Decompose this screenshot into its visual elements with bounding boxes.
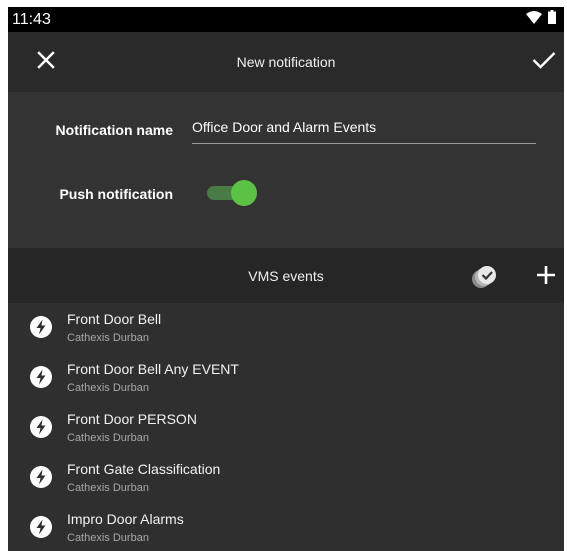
- status-icons: [526, 10, 556, 29]
- lightning-icon: [29, 365, 53, 389]
- lightning-icon: [29, 415, 53, 439]
- event-title: Impro Door Alarms: [67, 511, 184, 527]
- event-subtitle: Cathexis Durban: [67, 482, 149, 494]
- vms-events-title: VMS events: [248, 267, 324, 284]
- battery-icon: [548, 10, 556, 29]
- event-title: Front Door PERSON: [67, 411, 197, 427]
- lightning-icon: [29, 315, 53, 339]
- plus-icon: [535, 266, 557, 290]
- notification-name-input[interactable]: [192, 110, 536, 144]
- page-title: New notification: [236, 54, 336, 70]
- list-item[interactable]: Front Door Bell Cathexis Durban: [8, 303, 564, 353]
- event-subtitle: Cathexis Durban: [67, 432, 149, 444]
- push-notification-label: Push notification: [59, 186, 173, 202]
- status-bar: 11:43: [8, 7, 564, 32]
- push-notification-toggle[interactable]: [207, 179, 257, 207]
- check-icon: [532, 51, 556, 74]
- event-title: Front Door Bell: [67, 311, 162, 327]
- lightning-icon: [29, 465, 53, 489]
- event-subtitle: Cathexis Durban: [67, 332, 149, 344]
- wifi-icon: [526, 10, 542, 29]
- toggle-thumb: [231, 180, 257, 206]
- list-item[interactable]: Front Gate Classification Cathexis Durba…: [8, 453, 564, 503]
- add-event-button[interactable]: [535, 264, 557, 286]
- event-subtitle: Cathexis Durban: [67, 532, 149, 544]
- notification-form: Notification name Push notification: [8, 92, 564, 248]
- save-button[interactable]: [532, 50, 556, 74]
- vms-events-header: VMS events: [8, 248, 564, 303]
- list-item[interactable]: Front Door PERSON Cathexis Durban: [8, 403, 564, 453]
- event-title: Front Door Bell Any EVENT: [67, 361, 239, 377]
- event-subtitle: Cathexis Durban: [67, 382, 149, 394]
- select-all-button[interactable]: [470, 262, 498, 290]
- check-all-icon: [470, 266, 498, 294]
- app-bar: New notification: [8, 32, 564, 92]
- phone-screen: 11:43 New notification Notification name…: [8, 7, 564, 551]
- close-button[interactable]: [34, 50, 58, 74]
- list-item[interactable]: Front Door Bell Any EVENT Cathexis Durba…: [8, 353, 564, 403]
- list-item[interactable]: Impro Door Alarms Cathexis Durban: [8, 503, 564, 551]
- notification-name-label: Notification name: [55, 122, 173, 138]
- vms-event-list: Front Door Bell Cathexis Durban Front Do…: [8, 303, 564, 551]
- close-icon: [37, 50, 55, 74]
- status-time: 11:43: [12, 10, 51, 28]
- lightning-icon: [29, 515, 53, 539]
- event-title: Front Gate Classification: [67, 461, 221, 477]
